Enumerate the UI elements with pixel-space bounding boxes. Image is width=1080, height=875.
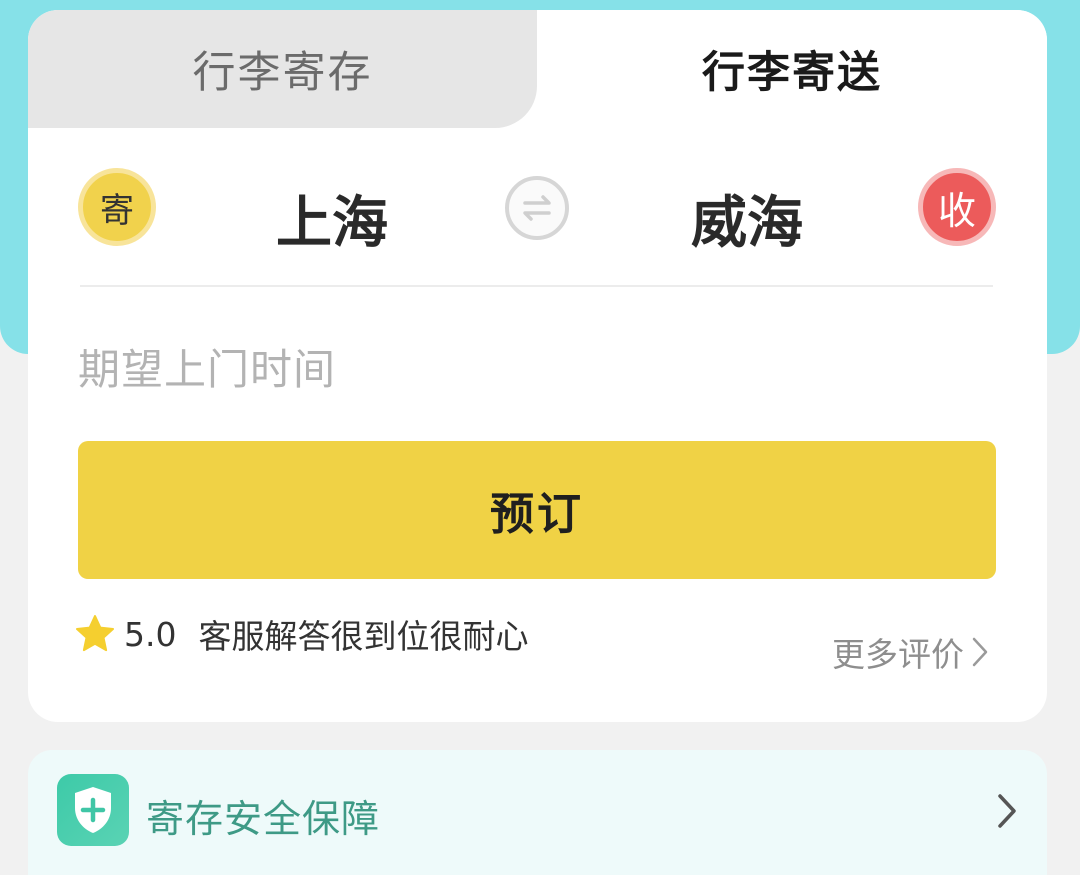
tab-bar: 行李寄存 行李寄送 — [28, 10, 1047, 128]
chevron-right-icon — [972, 637, 988, 667]
divider — [80, 285, 993, 287]
rating-score: 5.0 — [124, 614, 177, 654]
pickup-time-field[interactable]: 期望上门时间 — [78, 336, 336, 397]
booking-card: 行李寄存 行李寄送 寄 上海 威海 收 期望上门时间 预订 5.0 客服解答很到… — [28, 10, 1047, 722]
swap-icon[interactable] — [505, 176, 569, 240]
review-row: 5.0 客服解答很到位很耐心 — [74, 612, 528, 656]
receive-badge: 收 — [918, 168, 996, 246]
origin-city[interactable]: 上海 — [276, 178, 388, 259]
safety-label: 寄存安全保障 — [146, 797, 381, 841]
book-button[interactable]: 预订 — [78, 441, 996, 579]
page: 行李寄存 行李寄送 寄 上海 威海 收 期望上门时间 预订 5.0 客服解答很到… — [0, 0, 1080, 875]
shield-icon — [57, 774, 129, 846]
more-reviews-label: 更多评价 — [832, 635, 964, 674]
destination-city[interactable]: 威海 — [691, 178, 803, 259]
tab-luggage-delivery[interactable]: 行李寄送 — [537, 10, 1047, 128]
more-reviews-link[interactable]: 更多评价 — [832, 630, 988, 674]
chevron-right-icon — [998, 794, 1016, 828]
send-badge: 寄 — [78, 168, 156, 246]
safety-guarantee-row[interactable]: 寄存安全保障 — [28, 750, 1047, 875]
review-text: 客服解答很到位很耐心 — [198, 617, 529, 656]
tab-luggage-storage[interactable]: 行李寄存 — [28, 10, 537, 128]
star-icon — [76, 615, 114, 652]
